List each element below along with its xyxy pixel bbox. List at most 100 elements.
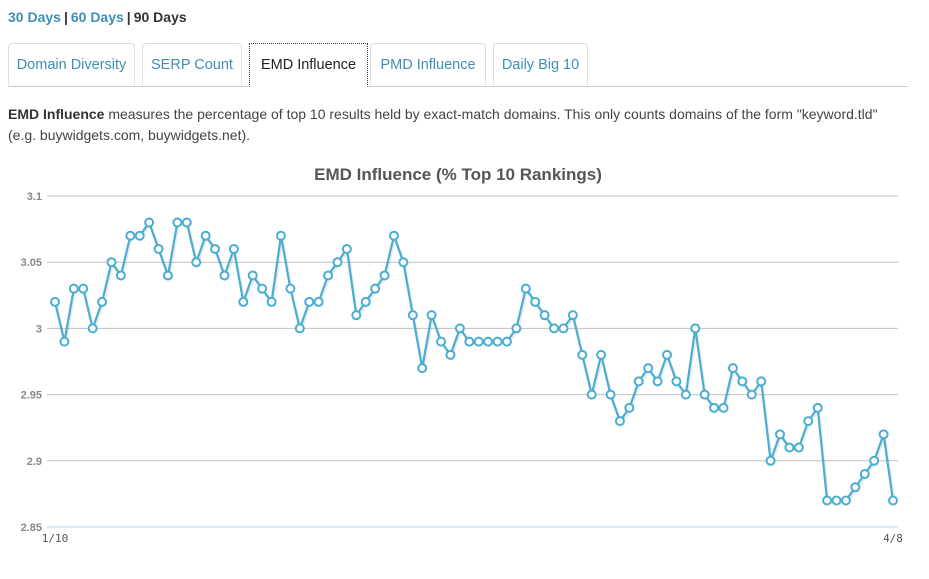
- data-point[interactable]: [558, 323, 569, 334]
- data-point[interactable]: [464, 336, 475, 347]
- data-point[interactable]: [370, 283, 381, 294]
- data-point[interactable]: [473, 336, 484, 347]
- data-point[interactable]: [567, 310, 578, 321]
- data-point[interactable]: [144, 217, 155, 228]
- tab-domain-diversity[interactable]: Domain Diversity: [8, 43, 135, 85]
- data-point[interactable]: [483, 336, 494, 347]
- data-point[interactable]: [822, 495, 833, 506]
- data-point[interactable]: [727, 363, 738, 374]
- data-point[interactable]: [652, 376, 663, 387]
- data-point[interactable]: [831, 495, 842, 506]
- data-point[interactable]: [97, 296, 108, 307]
- data-point[interactable]: [662, 349, 673, 360]
- data-point[interactable]: [285, 283, 296, 294]
- data-point[interactable]: [454, 323, 465, 334]
- data-point[interactable]: [407, 310, 418, 321]
- data-point[interactable]: [219, 270, 230, 281]
- data-point[interactable]: [332, 257, 343, 268]
- data-point[interactable]: [539, 310, 550, 321]
- data-point[interactable]: [275, 230, 286, 241]
- tab-daily-big-10[interactable]: Daily Big 10: [493, 43, 588, 85]
- data-point[interactable]: [577, 349, 588, 360]
- data-point[interactable]: [125, 230, 136, 241]
- data-point[interactable]: [351, 310, 362, 321]
- data-point[interactable]: [511, 323, 522, 334]
- data-point[interactable]: [294, 323, 305, 334]
- data-point[interactable]: [257, 283, 268, 294]
- data-point[interactable]: [417, 363, 428, 374]
- data-point[interactable]: [586, 389, 597, 400]
- range-90-days-current: 90 Days: [133, 9, 187, 25]
- data-point[interactable]: [134, 230, 145, 241]
- data-point[interactable]: [605, 389, 616, 400]
- data-point[interactable]: [699, 389, 710, 400]
- data-point[interactable]: [87, 323, 98, 334]
- tab-emd-influence[interactable]: EMD Influence: [249, 43, 368, 87]
- data-point[interactable]: [115, 270, 126, 281]
- data-point[interactable]: [643, 363, 654, 374]
- data-point[interactable]: [153, 243, 164, 254]
- data-point[interactable]: [746, 389, 757, 400]
- data-point[interactable]: [106, 257, 117, 268]
- data-point[interactable]: [304, 296, 315, 307]
- data-point[interactable]: [737, 376, 748, 387]
- data-point[interactable]: [614, 416, 625, 427]
- data-point[interactable]: [210, 243, 221, 254]
- data-point[interactable]: [78, 283, 89, 294]
- data-point[interactable]: [341, 243, 352, 254]
- data-point[interactable]: [812, 402, 823, 413]
- data-point[interactable]: [624, 402, 635, 413]
- data-point[interactable]: [426, 310, 437, 321]
- data-point[interactable]: [756, 376, 767, 387]
- data-point[interactable]: [850, 482, 861, 493]
- data-point[interactable]: [501, 336, 512, 347]
- data-point[interactable]: [323, 270, 334, 281]
- data-point[interactable]: [718, 402, 729, 413]
- data-point[interactable]: [633, 376, 644, 387]
- data-point[interactable]: [709, 402, 720, 413]
- data-point[interactable]: [803, 416, 814, 427]
- y-tick-label: 3: [36, 323, 42, 335]
- data-point[interactable]: [379, 270, 390, 281]
- data-point[interactable]: [247, 270, 258, 281]
- data-point[interactable]: [520, 283, 531, 294]
- data-point[interactable]: [492, 336, 503, 347]
- data-point[interactable]: [360, 296, 371, 307]
- data-point[interactable]: [859, 469, 870, 480]
- tab-pmd-influence[interactable]: PMD Influence: [370, 43, 486, 85]
- data-point[interactable]: [878, 429, 889, 440]
- data-point[interactable]: [445, 349, 456, 360]
- data-point[interactable]: [888, 495, 898, 506]
- data-point[interactable]: [775, 429, 786, 440]
- data-point[interactable]: [840, 495, 851, 506]
- data-point[interactable]: [162, 270, 173, 281]
- data-point[interactable]: [59, 336, 70, 347]
- data-point[interactable]: [549, 323, 560, 334]
- data-point[interactable]: [793, 442, 804, 453]
- data-point[interactable]: [181, 217, 192, 228]
- data-point[interactable]: [200, 230, 211, 241]
- data-point[interactable]: [50, 296, 60, 307]
- data-point[interactable]: [869, 455, 880, 466]
- data-point[interactable]: [68, 283, 79, 294]
- data-point[interactable]: [784, 442, 795, 453]
- data-point[interactable]: [191, 257, 202, 268]
- data-point[interactable]: [228, 243, 239, 254]
- data-point[interactable]: [680, 389, 691, 400]
- data-point[interactable]: [671, 376, 682, 387]
- data-point[interactable]: [765, 455, 776, 466]
- data-point[interactable]: [238, 296, 249, 307]
- data-point[interactable]: [388, 230, 399, 241]
- description-text: measures the percentage of top 10 result…: [8, 106, 878, 143]
- range-30-days-link[interactable]: 30 Days: [8, 9, 61, 25]
- data-point[interactable]: [690, 323, 701, 334]
- data-point[interactable]: [530, 296, 541, 307]
- data-point[interactable]: [313, 296, 324, 307]
- data-point[interactable]: [172, 217, 183, 228]
- data-point[interactable]: [596, 349, 607, 360]
- data-point[interactable]: [436, 336, 447, 347]
- data-point[interactable]: [266, 296, 277, 307]
- data-point[interactable]: [398, 257, 409, 268]
- tab-serp-count[interactable]: SERP Count: [142, 43, 242, 85]
- range-60-days-link[interactable]: 60 Days: [71, 9, 124, 25]
